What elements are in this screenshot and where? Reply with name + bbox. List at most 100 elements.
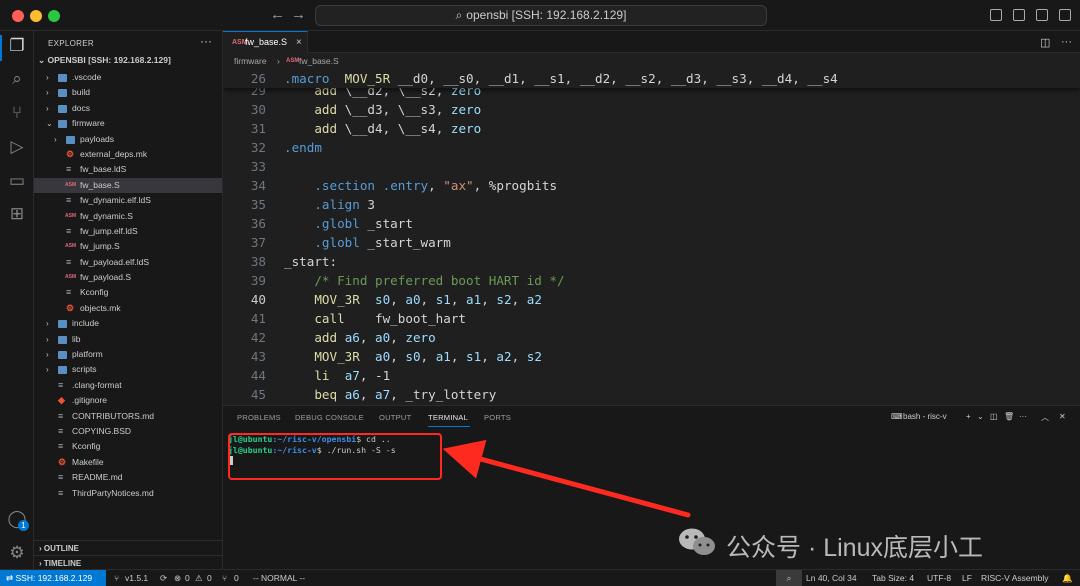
sticky-scroll-line[interactable]: 26 .macro MOV_5R __d0, __s0, __d1, __s1, … xyxy=(223,69,1080,88)
zoom-icon[interactable]: ⌕ xyxy=(776,570,802,586)
toggle-panel-icon[interactable] xyxy=(1013,9,1025,21)
split-terminal-icon[interactable]: ◫ xyxy=(990,412,998,421)
tree-item[interactable]: ASM fw_base.S xyxy=(34,177,222,194)
breadcrumb-folder[interactable]: firmware xyxy=(234,54,267,69)
toggle-sidebar-icon[interactable] xyxy=(990,9,1002,21)
tree-item[interactable]: › lib xyxy=(34,332,222,347)
trash-icon[interactable]: 🗑 xyxy=(1004,412,1014,421)
chevron-right-icon: › xyxy=(54,134,57,144)
line-number: 45 xyxy=(250,387,266,402)
minimize-window-button[interactable] xyxy=(30,10,42,22)
tree-item[interactable]: ⚙ external_deps.mk xyxy=(34,147,222,162)
workspace-root[interactable]: ⌄ OPENSBI [SSH: 192.168.2.129] xyxy=(38,55,171,66)
tree-item[interactable]: ⚙ Makefile xyxy=(34,455,222,470)
more-actions-icon[interactable]: ··· xyxy=(200,34,212,48)
error-icon: ⊗ xyxy=(174,573,182,583)
tree-item[interactable]: › payloads xyxy=(34,132,222,147)
tree-item[interactable]: ⚙ objects.mk xyxy=(34,301,222,316)
tab-ports[interactable]: PORTS xyxy=(484,413,511,422)
tab-fw-base-s[interactable]: ASM fw_base.S × xyxy=(223,31,308,53)
new-terminal-icon[interactable]: + xyxy=(966,412,971,421)
arrow-left-icon[interactable]: ← xyxy=(270,6,285,23)
timeline-section[interactable]: › TIMELINE xyxy=(34,555,222,570)
tab-problems[interactable]: PROBLEMS xyxy=(237,413,281,422)
tab-terminal[interactable]: TERMINAL xyxy=(428,413,468,422)
annotation-highlight-box xyxy=(228,433,442,480)
tree-item[interactable]: ≡ fw_dynamic.elf.ldS xyxy=(34,193,222,208)
close-window-button[interactable] xyxy=(12,10,24,22)
error-count[interactable]: 0 xyxy=(185,570,190,586)
tab-size[interactable]: Tab Size: 4 xyxy=(872,570,914,586)
tree-item[interactable]: ≡ .clang-format xyxy=(34,378,222,393)
folder-open-icon xyxy=(58,120,67,129)
tree-item[interactable]: › build xyxy=(34,85,222,100)
tab-label: fw_base.S xyxy=(245,37,288,47)
settings-gear-icon[interactable]: ⚙ xyxy=(7,543,27,563)
tree-item[interactable]: ≡ ThirdPartyNotices.md xyxy=(34,486,222,501)
tree-item[interactable]: ≡ CONTRIBUTORS.md xyxy=(34,409,222,424)
branch-label[interactable]: v1.5.1 xyxy=(125,570,148,586)
code-line: 30 add \__d3, \__s3, zero xyxy=(223,100,1080,119)
files-icon[interactable]: ❐ xyxy=(7,36,27,56)
sync-icon[interactable]: ⟳ xyxy=(160,570,167,586)
terminal-name[interactable]: bash - risc-v xyxy=(903,412,947,421)
close-icon[interactable]: × xyxy=(296,32,302,53)
tree-item[interactable]: › .vscode xyxy=(34,70,222,85)
tree-item[interactable]: ≡ Kconfig xyxy=(34,439,222,454)
tree-item[interactable]: ASM fw_payload.S xyxy=(34,270,222,285)
source-control-icon[interactable]: ⑂ xyxy=(7,103,27,123)
run-debug-icon[interactable]: ▷ xyxy=(7,137,27,157)
language-mode[interactable]: RISC-V Assembly xyxy=(981,570,1049,586)
code-text: MOV_3R s0, a0, s1, a1, s2, a2 xyxy=(314,292,542,307)
extensions-icon[interactable]: ⊞ xyxy=(7,204,27,224)
remote-explorer-icon[interactable]: ▭ xyxy=(7,171,27,191)
tab-debug-console[interactable]: DEBUG CONSOLE xyxy=(295,413,364,422)
line-ending[interactable]: LF xyxy=(962,570,972,586)
split-editor-icon[interactable]: ◫ xyxy=(1040,36,1050,49)
tree-item[interactable]: ≡ fw_payload.elf.ldS xyxy=(34,255,222,270)
warning-count[interactable]: 0 xyxy=(207,570,212,586)
tab-output[interactable]: OUTPUT xyxy=(379,413,411,422)
tree-item[interactable]: ASM fw_jump.S xyxy=(34,239,222,254)
tree-item[interactable]: ≡ fw_jump.elf.ldS xyxy=(34,224,222,239)
cursor-position[interactable]: Ln 40, Col 34 xyxy=(806,570,857,586)
search-icon[interactable]: ⌕ xyxy=(7,69,27,89)
code-text: /* Find preferred boot HART id */ xyxy=(314,273,565,288)
outline-section[interactable]: › OUTLINE xyxy=(34,540,222,555)
tree-item[interactable]: ◆ .gitignore xyxy=(34,393,222,408)
maximize-window-button[interactable] xyxy=(48,10,60,22)
timeline-label: TIMELINE xyxy=(43,559,82,568)
customize-layout-icon[interactable] xyxy=(1059,9,1071,21)
ports-count[interactable]: 0 xyxy=(234,570,239,586)
chevron-down-icon: ⌄ xyxy=(46,119,53,129)
tree-item[interactable]: › docs xyxy=(34,101,222,116)
tree-item[interactable]: ⌄ firmware xyxy=(34,116,222,131)
remote-indicator[interactable]: ⇄ SSH: 192.168.2.129 xyxy=(0,570,106,586)
more-actions-icon[interactable]: ··· xyxy=(1061,36,1072,48)
tree-item[interactable]: ASM fw_dynamic.S xyxy=(34,209,222,224)
tree-item[interactable]: ≡ Kconfig xyxy=(34,285,222,300)
code-line: 36 .globl _start xyxy=(223,214,1080,233)
command-center[interactable]: ⌕ opensbi [SSH: 192.168.2.129] xyxy=(315,5,767,26)
tree-item-label: ThirdPartyNotices.md xyxy=(72,487,154,498)
tree-item[interactable]: ≡ README.md xyxy=(34,470,222,485)
tree-item[interactable]: ≡ fw_base.ldS xyxy=(34,162,222,177)
more-actions-icon[interactable]: ··· xyxy=(1019,412,1027,421)
close-panel-icon[interactable]: ✕ xyxy=(1059,412,1066,421)
tree-item[interactable]: › platform xyxy=(34,347,222,362)
chevron-right-icon: › xyxy=(46,103,49,113)
toggle-secondary-sidebar-icon[interactable] xyxy=(1036,9,1048,21)
tree-item[interactable]: ≡ COPYING.BSD xyxy=(34,424,222,439)
chevron-right-icon: › xyxy=(46,73,49,82)
tree-item[interactable]: › include xyxy=(34,316,222,331)
breadcrumb-file[interactable]: fw_base.S xyxy=(299,54,339,69)
maximize-panel-icon[interactable]: ︿ xyxy=(1041,412,1049,423)
code-editor[interactable]: 29 add \__d2, \__s2, zero 30 add \__d3, \… xyxy=(223,69,1080,405)
tree-item-label: fw_base.S xyxy=(80,179,120,190)
chevron-right-icon: › xyxy=(46,334,49,344)
notifications-icon[interactable]: 🔔 xyxy=(1062,570,1073,586)
arrow-right-icon[interactable]: → xyxy=(291,6,306,23)
chevron-down-icon[interactable]: ⌄ xyxy=(977,412,984,421)
encoding[interactable]: UTF-8 xyxy=(927,570,951,586)
tree-item[interactable]: › scripts xyxy=(34,362,222,377)
